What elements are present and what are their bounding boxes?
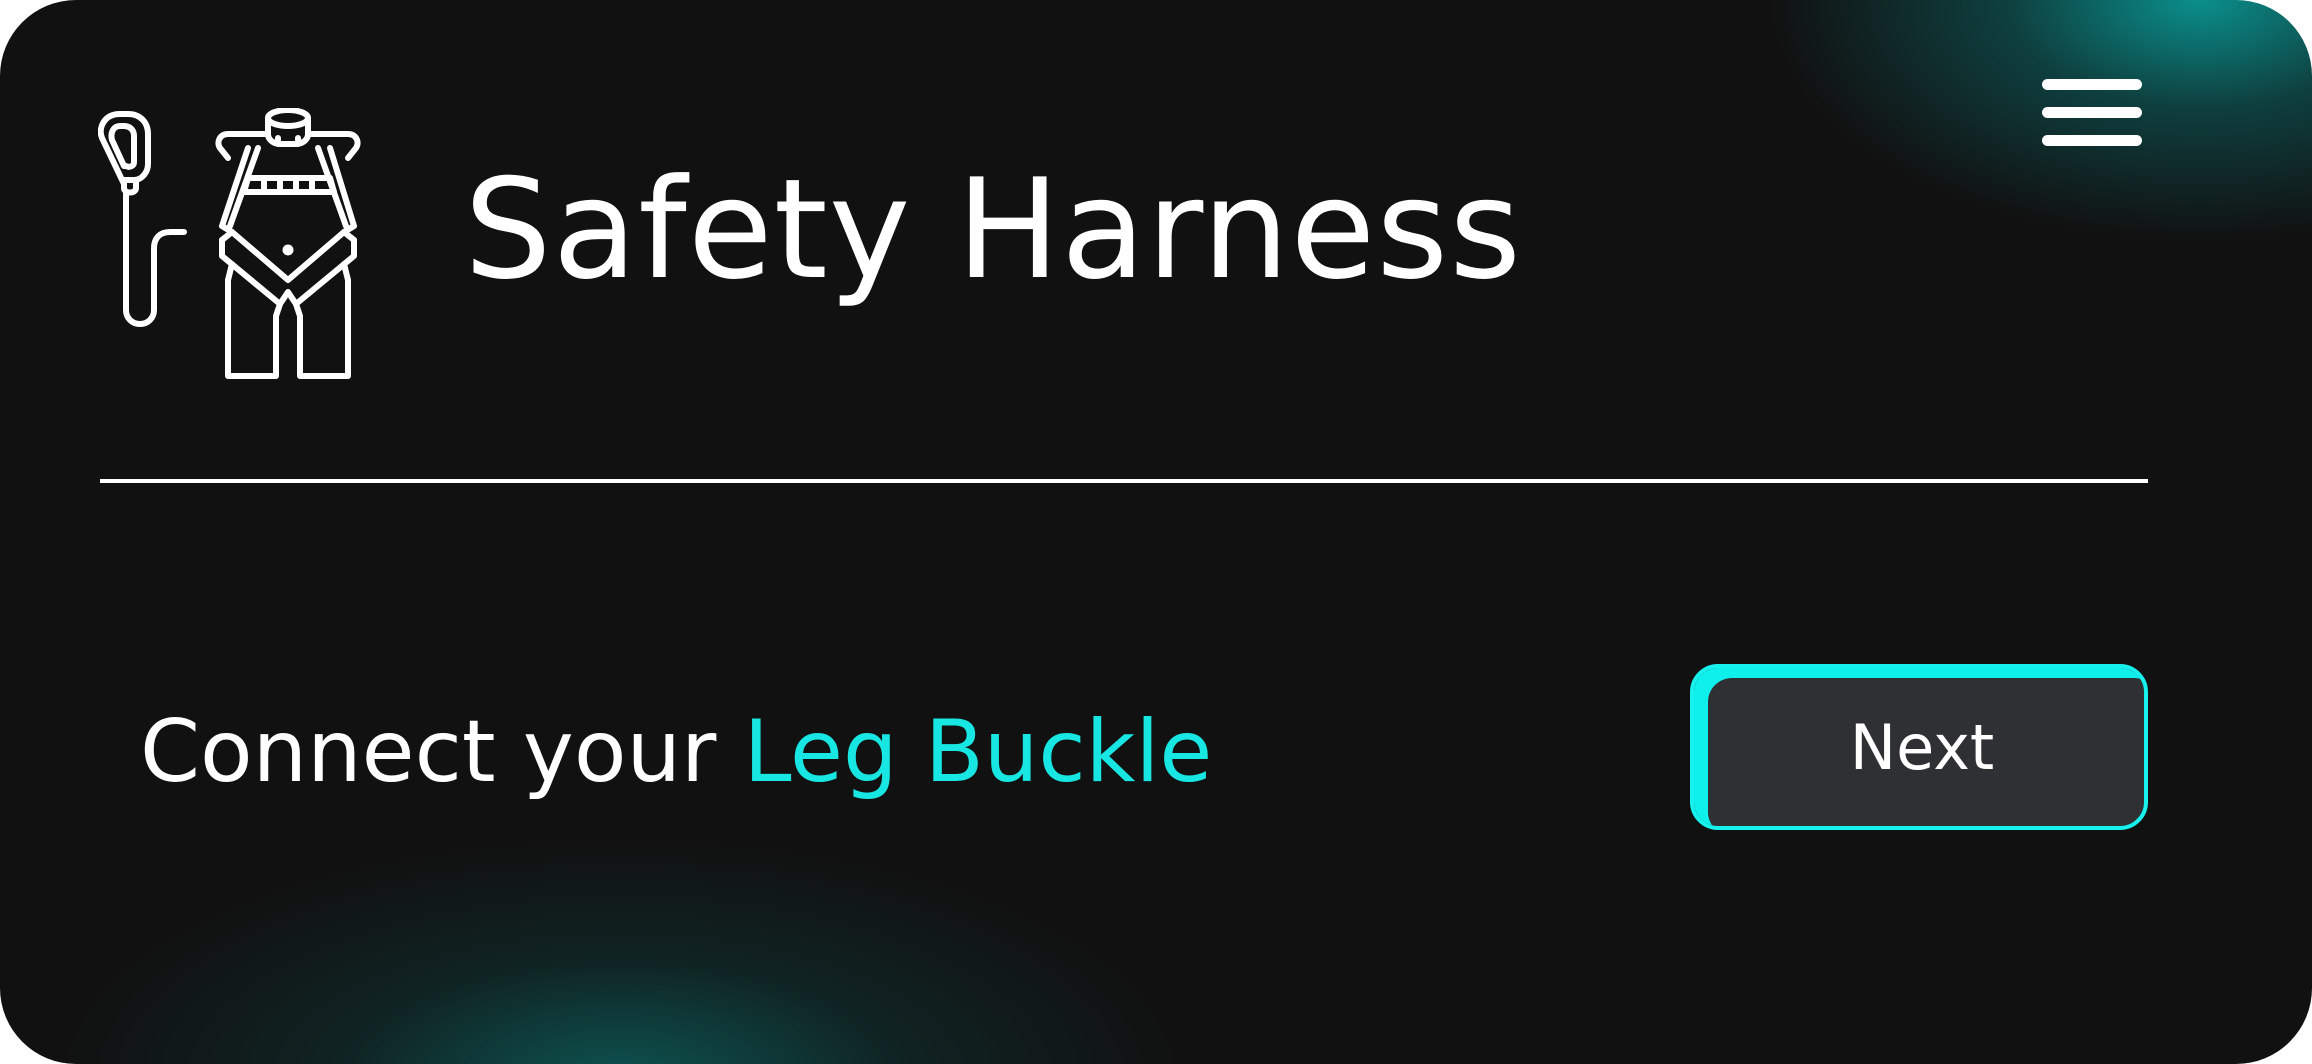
menu-bar-middle [2042,107,2142,118]
instruction-highlight: Leg Buckle [743,702,1213,802]
instruction-text: Connect your Leg Buckle [140,700,1212,804]
hamburger-menu-icon[interactable] [2040,76,2144,152]
instruction-card: Safety Harness Connect your Leg Buckle N… [0,0,2312,1064]
next-button-label: Next [1849,711,1995,784]
instruction-prefix: Connect your [140,702,744,802]
page-title: Safety Harness [464,149,1523,310]
divider [100,479,2148,483]
menu-bar-bottom [2042,135,2142,146]
menu-bar-top [2042,79,2142,90]
next-button[interactable]: Next [1690,664,2148,830]
safety-harness-icon [98,108,361,379]
